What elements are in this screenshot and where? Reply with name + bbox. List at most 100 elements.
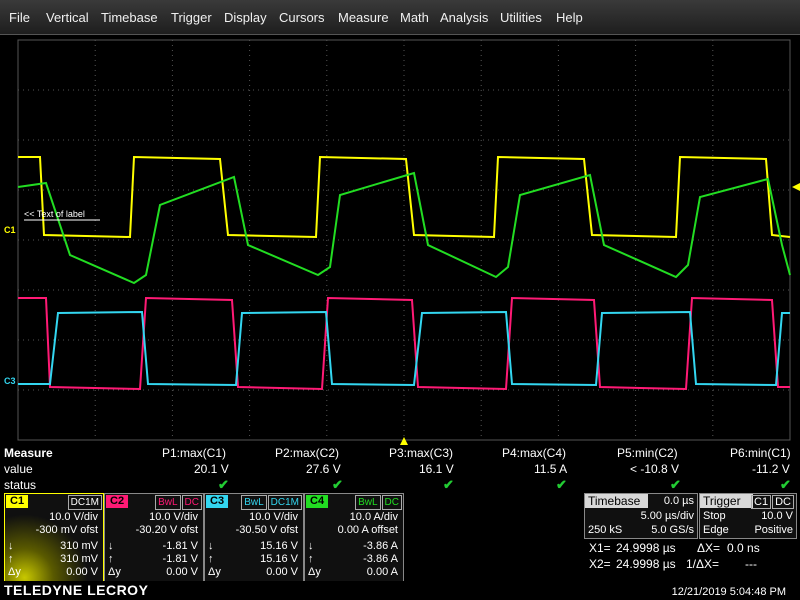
measure-param-value: 16.1 V bbox=[419, 462, 454, 476]
channel-delta-y-value: 0.00 V bbox=[166, 566, 198, 578]
measure-value-row-label: value bbox=[4, 462, 33, 476]
timebase-panel[interactable]: Timebase 0.0 µs 5.00 µs/div 250 kS 5.0 G… bbox=[584, 493, 698, 539]
menu-analysis[interactable]: Analysis bbox=[440, 10, 488, 25]
timebase-delay: 0.0 µs bbox=[663, 495, 694, 507]
cursor-up-icon: ↑ bbox=[308, 553, 314, 565]
measure-param-name[interactable]: P2:max(C2) bbox=[275, 446, 339, 460]
menu-cursors[interactable]: Cursors bbox=[279, 10, 325, 25]
menu-trigger[interactable]: Trigger bbox=[171, 10, 212, 25]
measure-status-row-label: status bbox=[4, 478, 37, 492]
channel-flags: DC1M bbox=[67, 495, 102, 510]
menu-math[interactable]: Math bbox=[400, 10, 429, 25]
measure-param-name[interactable]: P4:max(C4) bbox=[502, 446, 566, 460]
channel-vdiv: 10.0 A/div bbox=[349, 511, 398, 523]
measure-param-value: 11.5 A bbox=[534, 462, 568, 476]
timebase-title: Timebase bbox=[585, 494, 648, 508]
delta-y-label: Δy bbox=[8, 566, 21, 578]
channel-flags: BwL DC bbox=[154, 495, 202, 510]
channel-flag: DC bbox=[181, 495, 202, 510]
measure-table: Measure value status P1:max(C1) 20.1 V ✔… bbox=[0, 445, 800, 493]
c3-offset-marker[interactable]: C3 bbox=[4, 376, 16, 386]
cursor-inv-dx-value: --- bbox=[745, 557, 757, 571]
channel-cursor-down-value: -3.86 A bbox=[363, 540, 398, 552]
cursor-x2-value: 24.9998 µs bbox=[616, 557, 676, 571]
waveform-display[interactable]: << Text of label C1 C3 bbox=[0, 35, 800, 445]
cursor-dx-label: ΔX= bbox=[697, 541, 721, 555]
trace-c3 bbox=[18, 310, 790, 387]
channel-c3-descriptor[interactable]: C3 BwL DC1M 10.0 V/div -30.50 V ofst ↓ 15.… bbox=[204, 493, 304, 583]
channel-offset: 0.00 A offset bbox=[337, 524, 398, 536]
channel-flag: DC bbox=[381, 495, 402, 510]
channel-cursor-down-value: 15.16 V bbox=[260, 540, 298, 552]
cursor-dx-value: 0.0 ns bbox=[727, 541, 760, 555]
status-check-icon: ✔ bbox=[443, 477, 454, 492]
trigger-level: 10.0 V bbox=[761, 510, 793, 522]
measure-title: Measure bbox=[4, 446, 53, 460]
channel-cursor-up-value: 15.16 V bbox=[260, 553, 298, 565]
cursor-up-icon: ↑ bbox=[8, 553, 14, 565]
cursor-up-icon: ↑ bbox=[108, 553, 114, 565]
channel-delta-y-value: 0.00 V bbox=[266, 566, 298, 578]
status-check-icon: ✔ bbox=[332, 477, 343, 492]
measure-param-name[interactable]: P3:max(C3) bbox=[389, 446, 453, 460]
delta-y-label: Δy bbox=[308, 566, 321, 578]
trigger-type: Edge bbox=[703, 524, 729, 536]
menu-file[interactable]: File bbox=[9, 10, 30, 25]
menu-timebase[interactable]: Timebase bbox=[101, 10, 158, 25]
measure-param-name[interactable]: P1:max(C1) bbox=[162, 446, 226, 460]
trigger-slope: Positive bbox=[754, 524, 793, 536]
menu-bar: File Vertical Timebase Trigger Display C… bbox=[0, 0, 800, 35]
channel-flag: DC1M bbox=[267, 495, 302, 510]
measure-param-name[interactable]: P6:min(C1) bbox=[730, 446, 791, 460]
trigger-position-marker[interactable] bbox=[400, 437, 408, 445]
channel-flags: BwL DC bbox=[354, 495, 402, 510]
channel-c2-descriptor[interactable]: C2 BwL DC 10.0 V/div -30.20 V ofst ↓ -1.81… bbox=[104, 493, 204, 583]
status-check-icon: ✔ bbox=[780, 477, 791, 492]
channel-offset: -300 mV ofst bbox=[35, 524, 98, 536]
channel-cursor-up-value: 310 mV bbox=[60, 553, 98, 565]
measure-param-name[interactable]: P5:min(C2) bbox=[617, 446, 678, 460]
channel-flag: DC1M bbox=[67, 495, 102, 510]
timebase-samples: 250 kS bbox=[588, 524, 623, 536]
channel-flag: BwL bbox=[355, 495, 381, 510]
trigger-source-tags: C1 DC bbox=[750, 495, 794, 509]
trigger-panel[interactable]: Trigger C1 DC Stop 10.0 V Edge Positive bbox=[699, 493, 797, 539]
cursor-up-icon: ↑ bbox=[208, 553, 214, 565]
measure-param-value: 27.6 V bbox=[306, 462, 341, 476]
channel-c4-descriptor[interactable]: C4 BwL DC 10.0 A/div 0.00 A offset ↓ -3.86… bbox=[304, 493, 404, 583]
status-check-icon: ✔ bbox=[556, 477, 567, 492]
channel-delta-y-value: 0.00 V bbox=[66, 566, 98, 578]
menu-help[interactable]: Help bbox=[556, 10, 583, 25]
channel-cursor-up-value: -3.86 A bbox=[363, 553, 398, 565]
channel-offset: -30.50 V ofst bbox=[235, 524, 298, 536]
graticule bbox=[17, 39, 791, 441]
channel-flags: BwL DC1M bbox=[240, 495, 302, 510]
menu-display[interactable]: Display bbox=[224, 10, 267, 25]
channel-tag: C4 bbox=[306, 495, 329, 508]
trigger-level-marker[interactable] bbox=[792, 183, 800, 191]
cursor-inv-dx-label: 1/ΔX= bbox=[686, 557, 720, 571]
trigger-title: Trigger bbox=[700, 494, 753, 508]
waveform-label[interactable]: << Text of label bbox=[24, 209, 85, 219]
channel-c1-descriptor[interactable]: C1 DC1M 10.0 V/div -300 mV ofst ↓ 310 mV … bbox=[4, 493, 104, 583]
cursor-down-icon: ↓ bbox=[308, 540, 314, 552]
delta-y-label: Δy bbox=[208, 566, 221, 578]
cursor-x2-label: X2= bbox=[589, 557, 611, 571]
trigger-source-tag: C1 bbox=[751, 495, 772, 509]
cursor-x1-label: X1= bbox=[589, 541, 611, 555]
menu-utilities[interactable]: Utilities bbox=[500, 10, 542, 25]
cursor-down-icon: ↓ bbox=[208, 540, 214, 552]
channel-tag: C3 bbox=[206, 495, 229, 508]
c1-offset-marker[interactable]: C1 bbox=[4, 225, 16, 235]
channel-tag: C1 bbox=[6, 495, 29, 508]
channel-flag: BwL bbox=[155, 495, 181, 510]
channel-vdiv: 10.0 V/div bbox=[49, 511, 98, 523]
menu-vertical[interactable]: Vertical bbox=[46, 10, 89, 25]
menu-measure[interactable]: Measure bbox=[338, 10, 389, 25]
channel-tag: C2 bbox=[106, 495, 129, 508]
channel-cursor-down-value: 310 mV bbox=[60, 540, 98, 552]
channel-vdiv: 10.0 V/div bbox=[149, 511, 198, 523]
measure-param-value: 20.1 V bbox=[194, 462, 229, 476]
brand-logo: TELEDYNE LECROY bbox=[4, 582, 149, 598]
timebase-per-div: 5.00 µs/div bbox=[640, 510, 694, 522]
